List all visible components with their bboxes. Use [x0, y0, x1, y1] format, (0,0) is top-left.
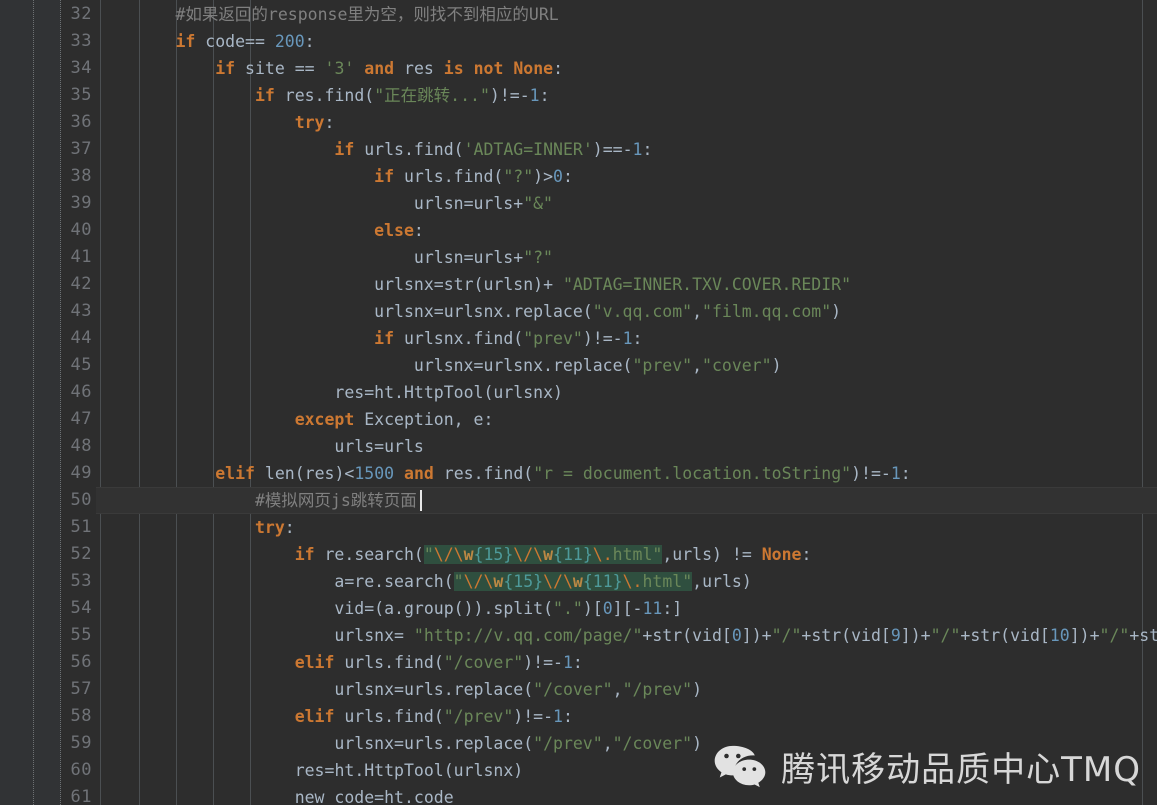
line-number: 44 — [70, 328, 92, 348]
line-number: 47 — [70, 409, 92, 429]
line-number: 55 — [70, 625, 92, 645]
code-editor-window: 32 33 34 35 36 37 38 39 40 41 42 43 44 45 46 47 48 49 50 51… — [0, 0, 1157, 805]
line-number: 61 — [70, 787, 92, 805]
code-line[interactable]: elif urls.find("/prev")!=-1: — [96, 703, 573, 730]
code-line[interactable]: a=re.search("\/\w{15}\/\w{11}\.html",url… — [96, 568, 752, 595]
line-number: 40 — [70, 220, 92, 240]
watermark-label: 腾讯移动品质中心TMQ — [781, 750, 1141, 790]
line-number: 58 — [70, 706, 92, 726]
code-folding-column[interactable] — [34, 0, 60, 805]
line-number: 35 — [70, 85, 92, 105]
line-number: 50 — [70, 490, 92, 510]
code-line[interactable]: urlsnx= "http://v.qq.com/page/"+str(vid[… — [96, 622, 1157, 649]
line-number: 53 — [70, 571, 92, 591]
line-number: 51 — [70, 517, 92, 537]
line-number: 34 — [70, 58, 92, 78]
line-number: 36 — [70, 112, 92, 132]
line-number: 37 — [70, 139, 92, 159]
line-number: 46 — [70, 382, 92, 402]
line-number: 38 — [70, 166, 92, 186]
code-line[interactable]: urlsnx=urls.replace("/prev","/cover") — [96, 730, 702, 757]
text-caret — [420, 490, 423, 511]
line-number: 60 — [70, 760, 92, 780]
code-line[interactable]: urls=urls — [96, 433, 423, 460]
line-number: 43 — [70, 301, 92, 321]
code-text-area[interactable]: #如果返回的response里为空，则找不到相应的URL if code== 2… — [96, 0, 1157, 805]
line-number: 52 — [70, 544, 92, 564]
line-number: 39 — [70, 193, 92, 213]
line-number: 33 — [70, 31, 92, 51]
line-number: 57 — [70, 679, 92, 699]
line-number: 59 — [70, 733, 92, 753]
right-margin-guide — [1142, 0, 1143, 805]
code-line[interactable]: #模拟网页js跳转页面 — [96, 487, 417, 514]
line-number: 32 — [70, 4, 92, 24]
line-number-column — [0, 0, 33, 805]
code-line[interactable]: #如果返回的response里为空，则找不到相应的URL — [96, 1, 558, 28]
code-line[interactable]: if res.find("正在跳转...")!=-1: — [96, 82, 550, 109]
line-number: 54 — [70, 598, 92, 618]
code-line[interactable]: elif len(res)<1500 and res.find("r = doc… — [96, 460, 911, 487]
watermark: 腾讯移动品质中心TMQ — [713, 742, 1141, 791]
code-line[interactable]: if re.search("\/\w{15}\/\w{11}\.html",ur… — [96, 541, 811, 568]
code-line[interactable]: vid=(a.group()).split(".")[0][-11:] — [96, 595, 682, 622]
code-line[interactable]: if code== 200: — [96, 28, 314, 55]
code-line[interactable]: urlsn=urls+"?" — [96, 244, 553, 271]
code-line[interactable]: else: — [96, 217, 424, 244]
code-line[interactable]: res=ht.HttpTool(urlsnx) — [96, 379, 563, 406]
code-line[interactable]: try: — [96, 514, 295, 541]
code-line[interactable]: urlsnx=urls.replace("/cover","/prev") — [96, 676, 702, 703]
wechat-icon — [714, 745, 766, 787]
code-line[interactable]: if urls.find('ADTAG=INNER')==-1: — [96, 136, 652, 163]
line-number: 41 — [70, 247, 92, 267]
code-line[interactable]: try: — [96, 109, 335, 136]
line-number: 56 — [70, 652, 92, 672]
code-line[interactable]: if urlsnx.find("prev")!=-1: — [96, 325, 642, 352]
code-line[interactable]: urlsn=urls+"&" — [96, 190, 553, 217]
line-number: 42 — [70, 274, 92, 294]
code-line[interactable]: urlsnx=str(urlsn)+ "ADTAG=INNER.TXV.COVE… — [96, 271, 851, 298]
code-line[interactable]: if urls.find("?")>0: — [96, 163, 573, 190]
code-line[interactable]: res=ht.HttpTool(urlsnx) — [96, 757, 524, 784]
code-line[interactable]: urlsnx=urlsnx.replace("v.qq.com","film.q… — [96, 298, 841, 325]
code-line[interactable]: new_code=ht.code — [96, 784, 454, 805]
code-line[interactable]: if site == '3' and res is not None: — [96, 55, 563, 82]
line-number: 45 — [70, 355, 92, 375]
code-line[interactable]: except Exception, e: — [96, 406, 494, 433]
code-line[interactable]: urlsnx=urlsnx.replace("prev","cover") — [96, 352, 782, 379]
code-line[interactable]: elif urls.find("/cover")!=-1: — [96, 649, 583, 676]
line-number: 49 — [70, 463, 92, 483]
editor-gutter[interactable]: 32 33 34 35 36 37 38 39 40 41 42 43 44 45 46 47 48 49 50 51… — [0, 0, 96, 805]
line-number: 48 — [70, 436, 92, 456]
